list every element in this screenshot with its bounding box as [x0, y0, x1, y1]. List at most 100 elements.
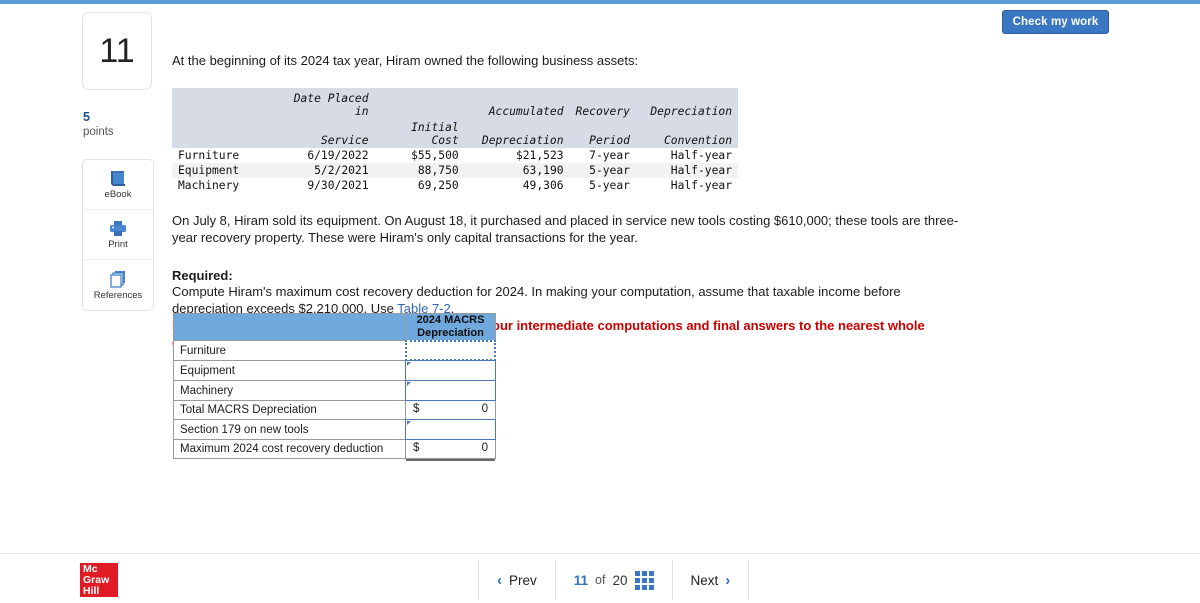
points-block: 5 points — [82, 110, 154, 139]
assets-header-cost-2: Initial Cost — [374, 119, 465, 148]
asset-cost: 69,250 — [417, 179, 459, 192]
table-row: Furniture 6/19/2022 $55,500 $21,523 7-ye… — [172, 148, 738, 163]
input-cell-equipment[interactable] — [405, 360, 496, 381]
question-content: At the beginning of its 2024 tax year, H… — [172, 52, 962, 351]
table-row: Total MACRS Depreciation $ 0 — [173, 400, 496, 420]
chevron-right-icon: › — [725, 571, 731, 589]
footer-navigation: ‹ Prev 11 of 20 Next › — [478, 560, 750, 600]
cell-marker-icon — [407, 362, 411, 366]
assets-header-convention-2: Convention — [639, 119, 738, 148]
assets-header-convention-1: Depreciation — [639, 88, 738, 119]
cell-marker-icon — [407, 382, 411, 386]
max-deduction-value: 0 — [481, 442, 488, 454]
asset-name: Machinery — [178, 179, 240, 192]
assets-header-row-2: Service Initial Cost Depreciation Period… — [172, 119, 738, 148]
question-paragraph: On July 8, Hiram sold its equipment. On … — [172, 213, 959, 245]
question-sidebar: 11 5 points eBook Print References — [82, 12, 154, 311]
table-row: Equipment — [173, 360, 496, 381]
asset-accumulated: 49,306 — [522, 179, 564, 192]
nav-separator — [748, 560, 750, 600]
machinery-input[interactable] — [405, 380, 496, 401]
assets-header-date-2: Service — [274, 119, 375, 148]
prev-button[interactable]: ‹ Prev — [479, 560, 555, 600]
next-button[interactable]: Next › — [673, 560, 749, 600]
table-row: Maximum 2024 cost recovery deduction $ 0 — [173, 439, 496, 461]
asset-name: Furniture — [178, 149, 240, 162]
assets-header-period-1: Recovery — [569, 88, 640, 119]
references-icon — [109, 270, 128, 288]
asset-cost: $55,500 — [411, 149, 459, 162]
points-value: 5 — [83, 110, 90, 124]
question-intro-text: At the beginning of its 2024 tax year, H… — [172, 53, 639, 68]
required-text-before-link: Compute Hiram's maximum cost recovery de… — [172, 284, 901, 316]
asset-accumulated: $21,523 — [515, 149, 564, 162]
asset-convention: Half-year — [639, 163, 738, 178]
answer-table: 2024 MACRS Depreciation Furniture Equipm… — [173, 313, 496, 461]
asset-name: Equipment — [172, 163, 275, 178]
answer-header-row: 2024 MACRS Depreciation — [173, 313, 496, 341]
logo-line-3: Hill — [83, 585, 100, 597]
input-cell-furniture[interactable] — [405, 340, 496, 361]
answer-column-header-line1: 2024 MACRS — [416, 314, 485, 326]
asset-accumulated: 63,190 — [464, 163, 570, 178]
grid-view-icon[interactable] — [634, 570, 654, 590]
references-button[interactable]: References — [83, 260, 153, 310]
assets-header-accum-2: Depreciation — [464, 119, 570, 148]
section-179-input[interactable] — [405, 419, 496, 440]
top-accent-bar — [0, 0, 1200, 4]
equipment-input[interactable] — [405, 360, 496, 381]
table-row: Machinery — [173, 380, 496, 401]
page-indicator[interactable]: 11 of 20 — [556, 560, 672, 600]
chevron-left-icon: ‹ — [497, 571, 502, 589]
asset-period: 5-year — [569, 163, 640, 178]
asset-convention: Half-year — [670, 149, 732, 162]
row-label-furniture: Furniture — [173, 340, 406, 361]
answer-column-header-line2: Depreciation — [417, 327, 484, 339]
footer-divider — [0, 553, 1200, 554]
check-my-work-button[interactable]: Check my work — [1002, 10, 1109, 34]
print-label: Print — [108, 238, 128, 250]
assets-header-blank-1 — [172, 88, 275, 119]
prev-label: Prev — [509, 572, 537, 588]
table-row: Furniture — [173, 340, 496, 361]
references-label: References — [93, 289, 143, 301]
asset-period: 5-year — [589, 179, 630, 192]
next-label: Next — [690, 572, 719, 588]
row-label-max-deduction: Maximum 2024 cost recovery deduction — [173, 439, 406, 459]
input-cell-section-179[interactable] — [405, 419, 496, 440]
asset-cost: 88,750 — [374, 163, 465, 178]
question-number-card: 11 — [82, 12, 152, 90]
furniture-input[interactable] — [405, 340, 496, 361]
book-icon — [109, 170, 128, 187]
table-row: Machinery 9/30/2021 69,250 49,306 5-year… — [172, 178, 738, 193]
asset-convention: Half-year — [670, 179, 732, 192]
assets-header-accum-1: Accumulated — [464, 88, 570, 119]
page-root: Check my work 11 5 points eBook Print Re… — [0, 0, 1200, 603]
max-deduction-currency: $ — [413, 442, 420, 454]
answer-header-blank — [173, 313, 406, 341]
input-cell-machinery[interactable] — [405, 380, 496, 401]
assets-header-date-1: Date Placed in — [274, 88, 375, 119]
total-macrs-currency: $ — [413, 403, 420, 415]
page-current: 11 — [573, 572, 589, 588]
assets-table: Date Placed in Accumulated Recovery Depr… — [172, 88, 738, 193]
row-label-section-179: Section 179 on new tools — [173, 419, 406, 440]
ebook-button[interactable]: eBook — [83, 160, 153, 210]
row-label-equipment: Equipment — [173, 360, 406, 381]
ebook-label: eBook — [104, 188, 132, 200]
computed-cell-total-macrs: $ 0 — [405, 400, 496, 420]
total-macrs-value: 0 — [481, 403, 488, 415]
required-heading: Required: — [172, 268, 233, 283]
assets-header-row-1: Date Placed in Accumulated Recovery Depr… — [172, 88, 738, 119]
asset-date: 6/19/2022 — [307, 149, 369, 162]
computed-cell-max-deduction: $ 0 — [405, 439, 496, 461]
answer-table-bottom-rule — [406, 459, 495, 461]
assets-header-blank-2 — [172, 119, 275, 148]
page-of-label: of — [595, 573, 606, 587]
mcgraw-hill-logo: Mc Graw Hill — [80, 563, 118, 597]
print-button[interactable]: Print — [83, 210, 153, 260]
table-row: Section 179 on new tools — [173, 419, 496, 440]
asset-period: 7-year — [589, 149, 630, 162]
row-label-total-macrs: Total MACRS Depreciation — [173, 400, 406, 420]
row-label-machinery: Machinery — [173, 380, 406, 401]
